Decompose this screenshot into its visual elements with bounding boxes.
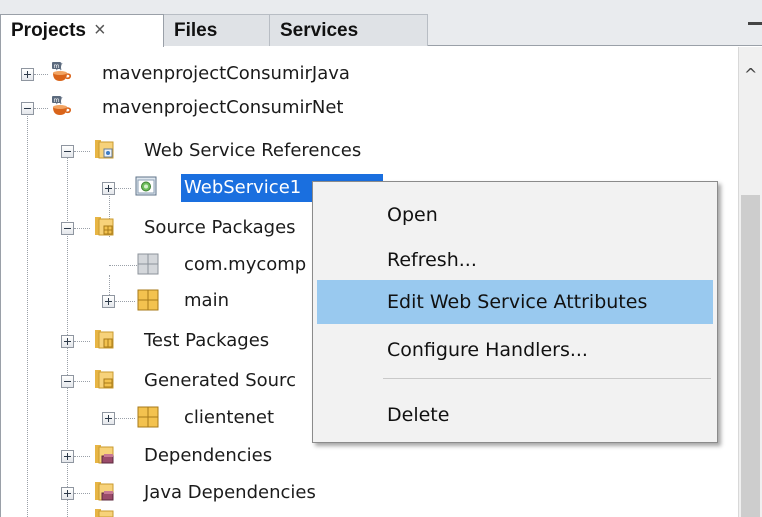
tree-item-label: clientenet	[184, 407, 275, 428]
web-service-icon	[135, 176, 157, 196]
expand-icon[interactable]	[61, 450, 74, 463]
tree-item-label: main	[184, 290, 229, 311]
minimize-icon[interactable]	[748, 22, 762, 25]
tree-item-label: mavenprojectConsumirJava	[102, 63, 350, 84]
svg-text:m: m	[54, 63, 60, 70]
scroll-up-icon[interactable]: ^	[744, 67, 757, 83]
source-packages-folder-icon	[95, 217, 114, 236]
menu-item-open[interactable]: Open	[317, 193, 713, 237]
package-icon	[137, 406, 159, 428]
tab-services-label: Services	[280, 20, 359, 41]
dependencies-folder-icon	[95, 445, 114, 464]
tree-item-dependencies[interactable]: Dependencies	[1, 439, 739, 473]
tree-item-label: com.mycomp	[184, 254, 307, 275]
tree-connector	[74, 493, 90, 494]
expand-icon[interactable]	[102, 295, 115, 308]
tab-services[interactable]: Services	[270, 14, 428, 46]
menu-item-delete[interactable]: Delete	[317, 393, 713, 437]
tree-item-label: mavenprojectConsumirNet	[102, 97, 344, 118]
menu-separator	[383, 378, 711, 379]
tab-projects-label: Projects	[11, 20, 86, 41]
package-icon	[137, 289, 159, 311]
test-packages-folder-icon	[95, 330, 114, 349]
tree-item-label: Java Dependencies	[144, 482, 316, 503]
tree-connector	[74, 381, 90, 382]
generated-sources-folder-icon	[95, 370, 114, 389]
web-service-references-folder-icon	[95, 140, 114, 159]
expand-icon[interactable]	[21, 68, 34, 81]
package-icon	[137, 253, 159, 275]
maven-project-icon: m	[52, 62, 71, 81]
tree-connector	[34, 108, 48, 109]
vertical-scrollbar[interactable]: ^	[738, 47, 762, 517]
folder-icon	[95, 509, 114, 517]
menu-item-edit-web-service-attributes[interactable]: Edit Web Service Attributes	[317, 280, 713, 324]
tree-item-label: Test Packages	[144, 330, 270, 351]
expand-icon[interactable]	[61, 487, 74, 500]
tree-item-java-dependencies[interactable]: Java Dependencies	[1, 476, 739, 510]
tab-projects[interactable]: Projects ×	[0, 14, 164, 47]
collapse-icon[interactable]	[21, 102, 34, 115]
collapse-icon[interactable]	[61, 145, 74, 158]
tree-connector	[74, 456, 90, 457]
tree-item-label: Source Packages	[144, 217, 296, 238]
menu-item-refresh[interactable]: Refresh...	[317, 238, 713, 282]
maven-project-icon: m	[52, 96, 71, 115]
tree-item-mavenprojectconsumirnet[interactable]: m mavenprojectConsumirNet	[1, 91, 739, 125]
svg-text:m: m	[54, 97, 60, 104]
tree-item-label: Generated Sourc	[144, 370, 296, 391]
context-menu: Open Refresh... Edit Web Service Attribu…	[312, 181, 718, 443]
menu-item-configure-handlers[interactable]: Configure Handlers...	[317, 328, 713, 372]
tree-connector	[34, 74, 48, 75]
tree-connector	[74, 151, 90, 152]
expand-icon[interactable]	[102, 182, 115, 195]
tab-bar: Projects × Files Services	[0, 0, 762, 47]
expand-icon[interactable]	[61, 335, 74, 348]
tree-item-mavenprojectconsumirjava[interactable]: m mavenprojectConsumirJava	[1, 57, 739, 91]
dependencies-folder-icon	[95, 482, 114, 501]
tree-connector	[115, 418, 135, 419]
expand-icon[interactable]	[102, 412, 115, 425]
close-icon[interactable]: ×	[94, 19, 106, 41]
collapse-icon[interactable]	[61, 222, 74, 235]
collapse-icon[interactable]	[61, 375, 74, 388]
tab-files[interactable]: Files	[164, 14, 270, 46]
tree-connector	[109, 265, 137, 266]
scrollbar-thumb[interactable]	[741, 195, 760, 517]
tree-item-label: Web Service References	[144, 140, 362, 161]
tree-item-web-service-references[interactable]: Web Service References	[1, 134, 739, 168]
tree-connector	[74, 228, 90, 229]
tree-connector	[115, 301, 135, 302]
tree-connector	[115, 188, 131, 189]
tab-files-label: Files	[174, 20, 218, 41]
tree-item-label: Dependencies	[144, 445, 273, 466]
tree-connector	[74, 341, 90, 342]
